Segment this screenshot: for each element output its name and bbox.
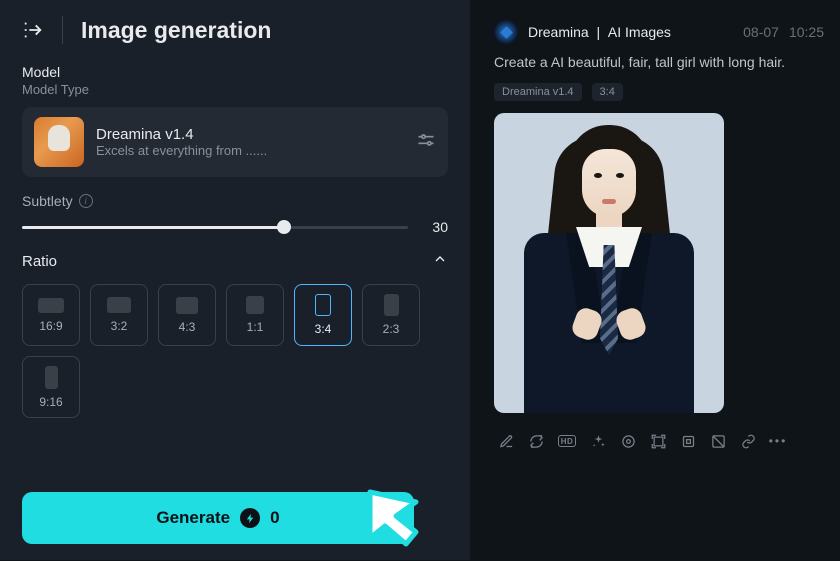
crop-icon[interactable] [680, 433, 696, 449]
ratio-option-3-4[interactable]: 3:4 [294, 284, 352, 346]
ratio-option-4-3[interactable]: 4:3 [158, 284, 216, 346]
ratio-shape [38, 298, 64, 313]
link-icon[interactable] [740, 433, 756, 449]
sparkle-icon[interactable] [590, 433, 606, 449]
subtlety-label: Subtlety [22, 193, 73, 209]
ratio-label-text: 9:16 [39, 395, 62, 409]
post-date: 08-07 [743, 24, 779, 40]
generate-cost: 0 [270, 508, 279, 528]
author-avatar [494, 20, 518, 44]
generate-button[interactable]: Generate 0 [22, 492, 414, 544]
replace-icon[interactable] [620, 433, 636, 449]
ratio-shape [246, 296, 264, 314]
ratio-option-16-9[interactable]: 16:9 [22, 284, 80, 346]
ratio-shape [384, 294, 399, 316]
ratio-shape [315, 294, 331, 316]
ratio-option-3-2[interactable]: 3:2 [90, 284, 148, 346]
edit-icon[interactable] [498, 433, 514, 449]
more-icon[interactable]: ••• [770, 433, 786, 449]
subtlety-slider[interactable] [22, 226, 408, 229]
retry-icon[interactable] [528, 433, 544, 449]
ratio-label-text: 1:1 [247, 320, 264, 334]
ratio-shape [176, 297, 198, 314]
ratio-shape [107, 297, 131, 313]
hd-icon[interactable]: HD [558, 435, 576, 447]
post-author: Dreamina | AI Images [528, 24, 671, 40]
remove-bg-icon[interactable] [710, 433, 726, 449]
lightning-icon [240, 508, 260, 528]
post-time: 10:25 [789, 24, 824, 40]
subtlety-value: 30 [424, 219, 448, 235]
ratio-label-text: 4:3 [179, 320, 196, 334]
post-tag: 3:4 [592, 83, 623, 101]
model-selector[interactable]: Dreamina v1.4 Excels at everything from … [22, 107, 448, 177]
ratio-option-1-1[interactable]: 1:1 [226, 284, 284, 346]
divider [62, 16, 63, 44]
ratio-label-text: 2:3 [383, 322, 400, 336]
model-section-label: Model [22, 64, 448, 80]
ratio-label: Ratio [22, 253, 57, 270]
expand-icon[interactable] [650, 433, 666, 449]
ratio-option-2-3[interactable]: 2:3 [362, 284, 420, 346]
ratio-shape [45, 366, 58, 389]
panel-toggle-icon[interactable] [22, 19, 44, 41]
ratio-label-text: 3:4 [315, 322, 332, 336]
model-thumbnail [34, 117, 84, 167]
generate-label: Generate [156, 508, 230, 528]
ratio-option-9-16[interactable]: 9:16 [22, 356, 80, 418]
model-type-label: Model Type [22, 82, 448, 97]
ratio-label-text: 3:2 [111, 319, 128, 333]
post-prompt: Create a AI beautiful, fair, tall girl w… [494, 52, 824, 73]
post-tag: Dreamina v1.4 [494, 83, 582, 101]
sliders-icon[interactable] [416, 130, 436, 155]
chevron-up-icon[interactable] [432, 251, 448, 272]
model-description: Excels at everything from ...... [96, 143, 404, 158]
ratio-label-text: 16:9 [39, 319, 62, 333]
page-title: Image generation [81, 17, 271, 44]
model-name: Dreamina v1.4 [96, 126, 404, 143]
generated-image[interactable] [494, 113, 724, 413]
info-icon[interactable]: i [79, 194, 93, 208]
